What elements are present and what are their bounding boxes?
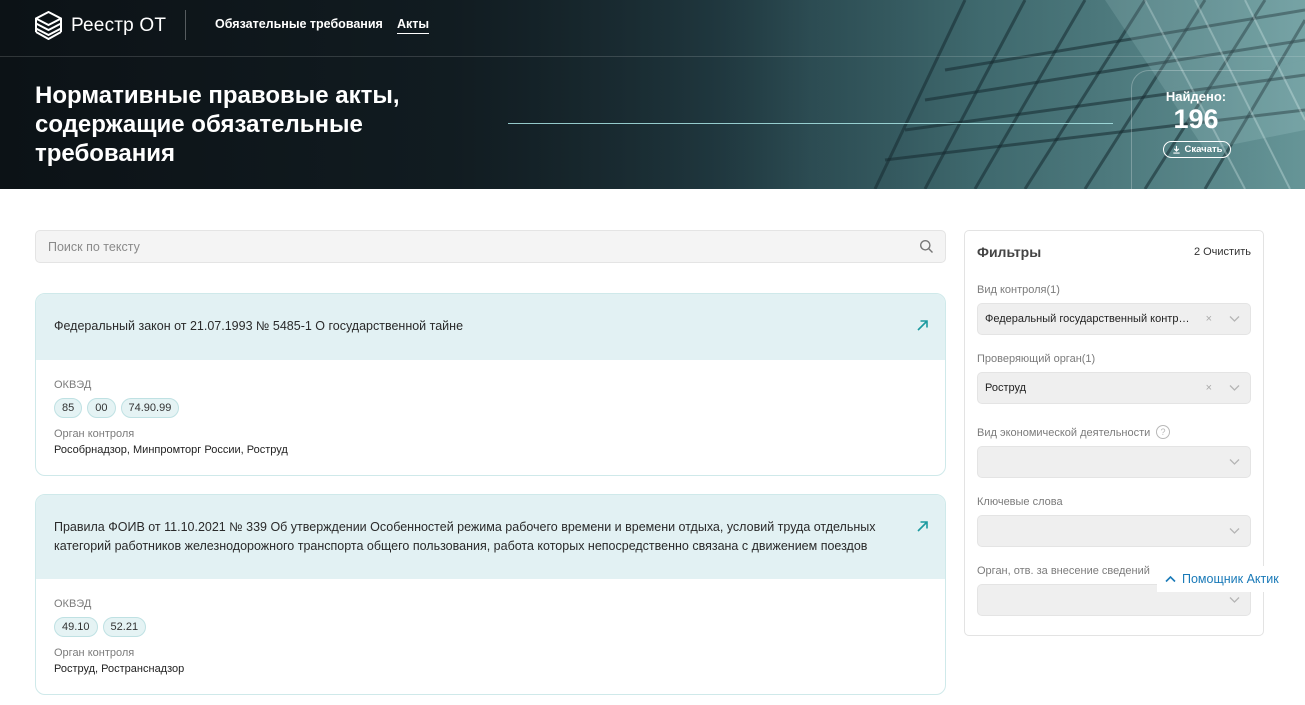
found-count: 196 — [1173, 104, 1219, 134]
chevron-up-icon — [1165, 575, 1176, 583]
download-button[interactable]: Скачать — [1163, 141, 1231, 158]
filter-label-keywords: Ключевые слова — [977, 496, 1063, 508]
filter-label-inspecting-body: Проверяющий орган(1) — [977, 353, 1096, 365]
selected-value: Федеральный государственный контроль (на… — [985, 313, 1195, 325]
filter-label-control-type: Вид контроля(1) — [977, 284, 1060, 296]
clear-selection-icon[interactable]: × — [1206, 313, 1212, 325]
act-card-body: ОКВЭД 85 00 74.90.99 Орган контроля Росо… — [36, 360, 945, 475]
act-card: Федеральный закон от 21.07.1993 № 5485-1… — [35, 293, 946, 476]
nav-item-acts[interactable]: Акты — [397, 17, 430, 34]
okved-chips: 49.10 52.21 — [54, 617, 147, 637]
hero-banner: Реестр ОТ Обязательные требования Акты Н… — [0, 0, 1305, 189]
help-icon[interactable]: ? — [1156, 425, 1170, 439]
open-link-icon[interactable] — [916, 319, 929, 332]
top-navigation-bar: Реестр ОТ Обязательные требования Акты — [0, 0, 1305, 57]
chevron-down-icon[interactable] — [1229, 315, 1240, 323]
search-bar — [35, 230, 946, 263]
search-icon[interactable] — [919, 239, 934, 254]
act-card-header[interactable]: Федеральный закон от 21.07.1993 № 5485-1… — [36, 294, 945, 360]
act-title[interactable]: Федеральный закон от 21.07.1993 № 5485-1… — [54, 317, 914, 336]
assistant-label: Помощник Актик — [1182, 572, 1279, 586]
organ-label: Орган контроля — [54, 428, 135, 440]
act-card: Правила ФОИВ от 11.10.2021 № 339 Об утве… — [35, 494, 946, 695]
selected-value: Роструд — [985, 382, 1027, 394]
organ-value: Роструд, Ространснадзор — [54, 663, 185, 675]
filters-title: Фильтры — [977, 244, 1042, 260]
found-label: Найдено: — [1165, 89, 1227, 104]
okved-chip: 00 — [87, 398, 116, 418]
download-icon — [1172, 145, 1180, 154]
clear-filters-button[interactable]: 2 Очистить — [1194, 246, 1251, 258]
nav-item-requirements[interactable]: Обязательные требования — [215, 17, 383, 31]
okved-label: ОКВЭД — [54, 379, 92, 391]
chevron-down-icon[interactable] — [1229, 458, 1240, 466]
act-title[interactable]: Правила ФОИВ от 11.10.2021 № 339 Об утве… — [54, 518, 914, 556]
act-card-header[interactable]: Правила ФОИВ от 11.10.2021 № 339 Об утве… — [36, 495, 945, 579]
download-label: Скачать — [1184, 144, 1223, 155]
act-card-body: ОКВЭД 49.10 52.21 Орган контроля Роструд… — [36, 579, 945, 694]
open-link-icon[interactable] — [916, 520, 929, 533]
app-logo[interactable]: Реестр ОТ — [35, 11, 166, 40]
assistant-button[interactable]: Помощник Актик — [1157, 566, 1287, 592]
organ-label: Орган контроля — [54, 647, 135, 659]
filter-select-keywords[interactable] — [977, 515, 1251, 547]
search-input[interactable] — [48, 238, 898, 256]
cube-logo-icon — [35, 11, 62, 40]
filter-label-responsible-body: Орган, отв. за внесение сведений — [977, 565, 1150, 577]
okved-chip: 52.21 — [102, 617, 147, 637]
filter-select-economic-activity[interactable] — [977, 446, 1251, 478]
okved-chip: 85 — [54, 398, 83, 418]
clear-selection-icon[interactable]: × — [1206, 382, 1212, 394]
okved-label: ОКВЭД — [54, 598, 92, 610]
chevron-down-icon[interactable] — [1229, 527, 1240, 535]
organ-value: Рособрнадзор, Минпромторг России, Ростру… — [54, 444, 288, 456]
filter-label-economic-activity: Вид экономической деятельности — [977, 427, 1151, 439]
chevron-down-icon[interactable] — [1229, 384, 1240, 392]
page-title: Нормативные правовые акты, содержащие об… — [35, 82, 400, 167]
decorative-line — [508, 123, 1113, 124]
filter-select-inspecting-body[interactable]: Роструд × — [977, 372, 1251, 404]
chevron-down-icon[interactable] — [1229, 596, 1240, 604]
app-name: Реестр ОТ — [71, 14, 167, 36]
okved-chips: 85 00 74.90.99 — [54, 398, 180, 418]
okved-chip: 49.10 — [54, 617, 98, 637]
nav-divider — [185, 10, 186, 40]
filter-select-control-type[interactable]: Федеральный государственный контроль (на… — [977, 303, 1251, 335]
okved-chip: 74.90.99 — [120, 398, 180, 418]
